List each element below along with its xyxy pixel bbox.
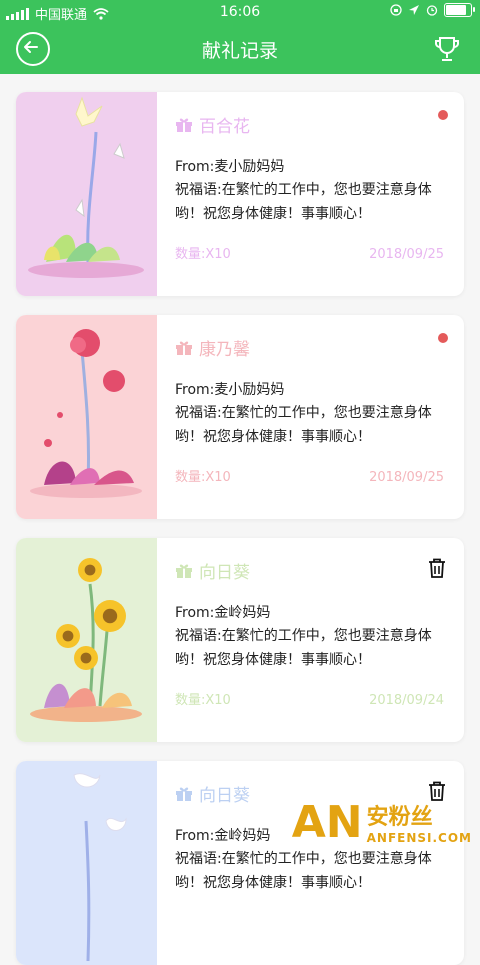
gift-record-card[interactable]: 康乃馨 From:麦小励妈妈祝福语:在繁忙的工作中，您也要注意身体哟！祝您身体健康… [16, 315, 464, 519]
gift-record-card[interactable]: 百合花 From:麦小励妈妈祝福语:在繁忙的工作中，您也要注意身体哟！祝您身体健康… [16, 92, 464, 296]
unread-dot [438, 110, 448, 120]
sender-label: From:金岭妈妈 [175, 828, 271, 844]
flower-name-label: 向日葵 [199, 786, 250, 806]
gift-record-card[interactable]: 向日葵 From:金岭妈妈祝福语:在繁忙的工作中，您也要注意身体哟！祝您身体健康！… [16, 761, 464, 965]
gift-icon [176, 787, 192, 801]
date-label: 2018/09/25 [369, 470, 444, 485]
battery-icon [444, 3, 475, 17]
flower-name-label: 百合花 [199, 117, 250, 137]
quantity-label: 数量:X10 [175, 470, 231, 485]
flower-name: 康乃馨 [175, 335, 250, 360]
trash-icon[interactable] [428, 781, 446, 801]
flower-name: 百合花 [175, 112, 250, 137]
sender-label: From:麦小励妈妈 [175, 382, 285, 398]
trash-icon[interactable] [428, 558, 446, 578]
trophy-icon[interactable] [432, 34, 462, 64]
date-label: 2018/09/25 [369, 247, 444, 262]
flower-illustration [16, 315, 157, 519]
location-icon [409, 5, 419, 15]
quantity-label: 数量:X10 [175, 247, 231, 262]
gift-icon [176, 118, 192, 132]
blessing-message: 祝福语:在繁忙的工作中，您也要注意身体哟！祝您身体健康！事事顺心！ [175, 851, 432, 891]
watermark-logo: AN 安粉丝 ANFENSI.COM [291, 797, 472, 848]
page-title: 献礼记录 [201, 40, 278, 62]
rotation-lock-icon [390, 4, 402, 16]
flower-name-label: 向日葵 [199, 563, 250, 583]
flower-illustration [16, 538, 157, 742]
flower-name: 向日葵 [175, 781, 250, 806]
flower-illustration [16, 761, 157, 965]
sender-label: From:金岭妈妈 [175, 605, 271, 621]
quantity-label: 数量:X10 [175, 693, 231, 708]
blessing-message: 祝福语:在繁忙的工作中，您也要注意身体哟！祝您身体健康！事事顺心！ [175, 182, 432, 222]
sender-label: From:麦小励妈妈 [175, 159, 285, 175]
gift-icon [176, 341, 192, 355]
navbar: 献礼记录 [0, 24, 480, 74]
date-label: 2018/09/24 [369, 693, 444, 708]
alarm-icon [426, 5, 438, 16]
gift-record-card[interactable]: 向日葵 From:金岭妈妈祝福语:在繁忙的工作中，您也要注意身体哟！祝您身体健康！… [16, 538, 464, 742]
flower-name-label: 康乃馨 [199, 340, 250, 360]
gift-icon [176, 564, 192, 578]
flower-illustration [16, 92, 157, 296]
blessing-message: 祝福语:在繁忙的工作中，您也要注意身体哟！祝您身体健康！事事顺心！ [175, 405, 432, 445]
flower-name: 向日葵 [175, 558, 250, 583]
status-bar: 中国联通 16:06 [0, 0, 480, 24]
blessing-message: 祝福语:在繁忙的工作中，您也要注意身体哟！祝您身体健康！事事顺心！ [175, 628, 432, 668]
unread-dot [438, 333, 448, 343]
